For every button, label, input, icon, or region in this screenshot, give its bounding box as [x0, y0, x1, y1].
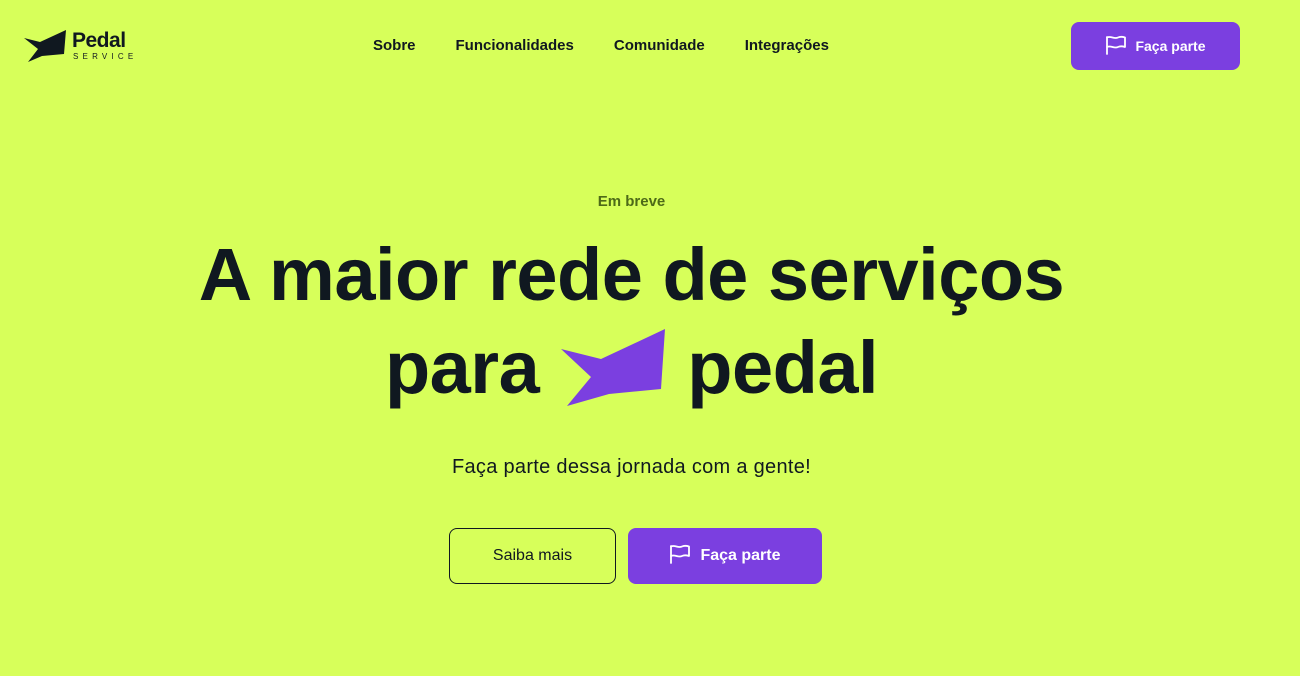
main-nav: Sobre Funcionalidades Comunidade Integra… [373, 36, 829, 56]
nav-link-sobre[interactable]: Sobre [373, 36, 416, 56]
flag-icon [669, 544, 691, 569]
brand-wordmark: Pedal SERVICE [72, 30, 137, 61]
hero-headline-word-pedal: pedal [687, 326, 879, 409]
header-join-button[interactable]: Faça parte [1071, 22, 1240, 70]
hero-headline-line2: para pedal [0, 318, 1263, 418]
hero-join-button[interactable]: Faça parte [628, 528, 822, 584]
brand-tagline: SERVICE [73, 51, 138, 61]
hero-eyebrow: Em breve [597, 193, 666, 210]
brand-name: Pedal [72, 28, 126, 52]
ribbon-arrow-icon [561, 324, 666, 424]
header-join-label: Faça parte [1135, 38, 1206, 54]
hero-headline-word-para: para [384, 326, 540, 409]
hero-join-label: Faça parte [700, 547, 781, 564]
brand-logo[interactable]: Pedal SERVICE [24, 28, 137, 62]
landing-page: Pedal SERVICE Sobre Funcionalidades Comu… [0, 0, 1300, 676]
nav-link-comunidade[interactable]: Comunidade [614, 36, 705, 56]
nav-link-funcionalidades[interactable]: Funcionalidades [456, 36, 574, 56]
flag-icon [1105, 35, 1127, 58]
brand-logo-icon [24, 28, 66, 62]
nav-link-integracoes[interactable]: Integrações [745, 36, 829, 56]
hero-headline: A maior rede de serviços para pedal [0, 232, 1263, 418]
hero-headline-line1: A maior rede de serviços [198, 233, 1065, 316]
learn-more-button[interactable]: Saiba mais [449, 528, 616, 584]
hero-subtitle: Faça parte dessa jornada com a gente! [451, 456, 812, 478]
